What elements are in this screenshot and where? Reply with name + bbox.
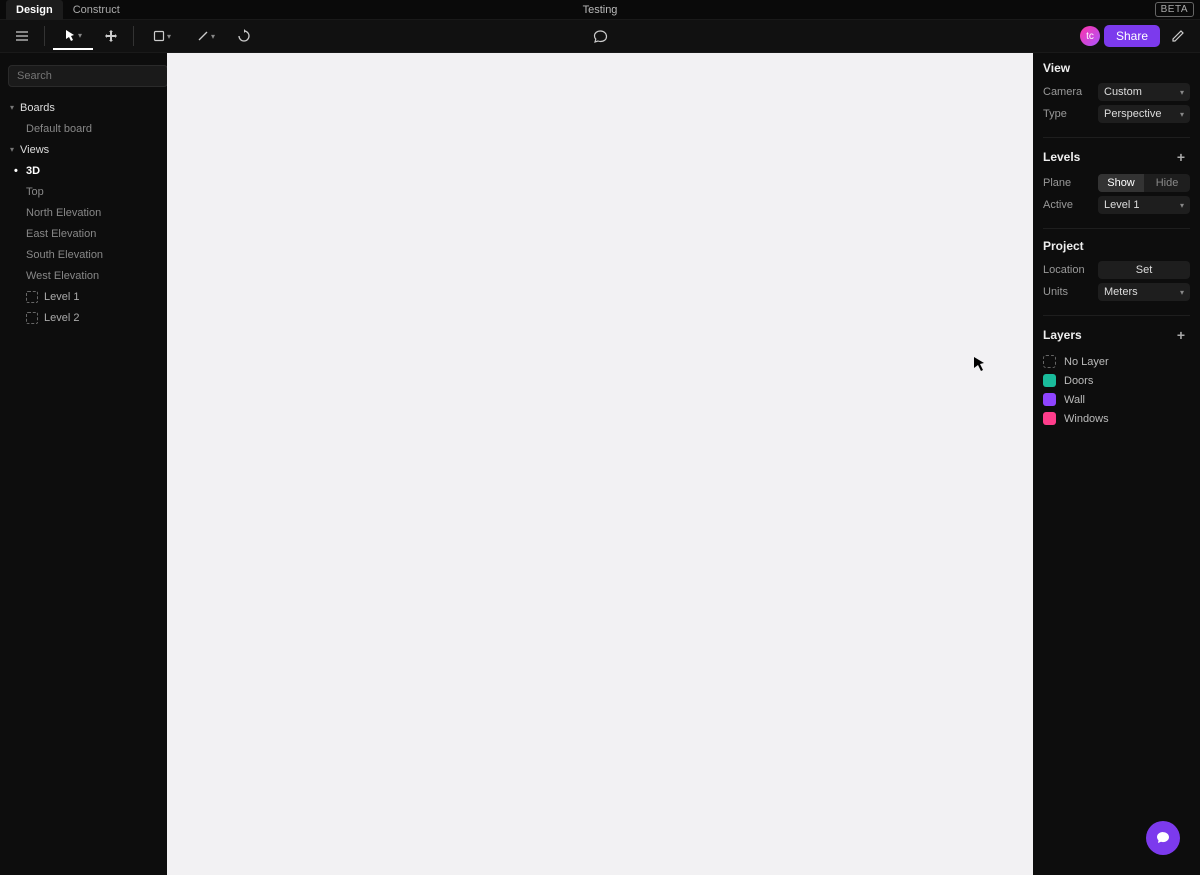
layers-title: Layers xyxy=(1043,328,1082,342)
level-icon xyxy=(26,291,38,303)
set-location-button[interactable]: Set xyxy=(1098,261,1190,279)
view-item-north[interactable]: North Elevation xyxy=(0,202,167,223)
level-label: Level 2 xyxy=(44,312,79,324)
plane-label: Plane xyxy=(1043,177,1071,189)
help-chat-button[interactable] xyxy=(1146,821,1180,855)
tab-construct[interactable]: Construct xyxy=(63,0,130,20)
title-bar: Design Construct Testing BETA xyxy=(0,0,1200,20)
beta-badge: BETA xyxy=(1155,2,1194,17)
comment-icon[interactable] xyxy=(586,22,614,50)
views-label: Views xyxy=(20,144,49,156)
levels-title: Levels xyxy=(1043,150,1080,164)
level-item[interactable]: Level 2 xyxy=(0,307,167,328)
move-tool-icon[interactable] xyxy=(97,22,125,50)
share-button[interactable]: Share xyxy=(1104,25,1160,47)
layer-swatch-icon xyxy=(1043,393,1056,406)
level-item[interactable]: Level 1 xyxy=(0,286,167,307)
level-icon xyxy=(26,312,38,324)
view-item-east[interactable]: East Elevation xyxy=(0,223,167,244)
right-panel: View Camera Custom▾ Type Perspective▾ Le… xyxy=(1033,53,1200,875)
chevron-down-icon: ▾ xyxy=(78,31,82,40)
select-tool[interactable]: ▾ xyxy=(53,22,93,50)
toolbar: ▾ ▾ ▾ tc Share xyxy=(0,20,1200,53)
caret-down-icon: ▾ xyxy=(10,103,14,112)
layers-section: Layers + No Layer Doors Wall Windows xyxy=(1043,326,1190,438)
levels-section: Levels + Plane Show Hide Active Level 1▾ xyxy=(1043,148,1190,229)
board-item[interactable]: Default board xyxy=(0,118,167,139)
project-title: Testing xyxy=(583,4,618,16)
view-item-west[interactable]: West Elevation xyxy=(0,265,167,286)
active-level-select[interactable]: Level 1▾ xyxy=(1098,196,1190,214)
line-tool[interactable]: ▾ xyxy=(186,22,226,50)
plane-toggle[interactable]: Show Hide xyxy=(1098,174,1190,192)
layer-name: No Layer xyxy=(1064,356,1109,368)
add-layer-button[interactable]: + xyxy=(1172,326,1190,344)
view-item-south[interactable]: South Elevation xyxy=(0,244,167,265)
boards-header[interactable]: ▾ Boards xyxy=(0,97,167,118)
layer-item-wall[interactable]: Wall xyxy=(1043,390,1190,409)
view-title: View xyxy=(1043,61,1070,75)
layer-swatch-icon xyxy=(1043,374,1056,387)
units-select[interactable]: Meters▾ xyxy=(1098,283,1190,301)
layer-name: Wall xyxy=(1064,394,1085,406)
camera-label: Camera xyxy=(1043,86,1082,98)
view-item-top[interactable]: Top xyxy=(0,181,167,202)
chevron-down-icon: ▾ xyxy=(211,32,215,41)
caret-down-icon: ▾ xyxy=(10,145,14,154)
layer-item-doors[interactable]: Doors xyxy=(1043,371,1190,390)
views-header[interactable]: ▾ Views xyxy=(0,139,167,160)
boards-label: Boards xyxy=(20,102,55,114)
view-item-3d[interactable]: 3D xyxy=(0,160,167,181)
add-level-button[interactable]: + xyxy=(1172,148,1190,166)
mode-tabs: Design Construct xyxy=(6,0,130,20)
left-panel: + ▾ Boards Default board ▾ Views 3D Top … xyxy=(0,53,167,875)
plane-hide-option[interactable]: Hide xyxy=(1144,174,1190,192)
layer-name: Windows xyxy=(1064,413,1109,425)
plane-show-option[interactable]: Show xyxy=(1098,174,1144,192)
project-title: Project xyxy=(1043,239,1084,253)
layer-item-windows[interactable]: Windows xyxy=(1043,409,1190,428)
tab-design[interactable]: Design xyxy=(6,0,63,20)
edit-icon[interactable] xyxy=(1164,22,1192,50)
divider xyxy=(44,26,45,46)
shape-tool[interactable]: ▾ xyxy=(142,22,182,50)
active-level-label: Active xyxy=(1043,199,1073,211)
camera-select[interactable]: Custom▾ xyxy=(1098,83,1190,101)
type-label: Type xyxy=(1043,108,1067,120)
layer-swatch-icon xyxy=(1043,355,1056,368)
type-select[interactable]: Perspective▾ xyxy=(1098,105,1190,123)
search-input[interactable] xyxy=(8,65,168,87)
cursor-icon xyxy=(972,356,988,372)
chevron-down-icon: ▾ xyxy=(167,32,171,41)
project-section: Project Location Set Units Meters▾ xyxy=(1043,239,1190,316)
hamburger-menu-icon[interactable] xyxy=(8,22,36,50)
view-section: View Camera Custom▾ Type Perspective▾ xyxy=(1043,61,1190,138)
layer-item-nolayer[interactable]: No Layer xyxy=(1043,352,1190,371)
level-label: Level 1 xyxy=(44,291,79,303)
rotate-tool-icon[interactable] xyxy=(230,22,258,50)
layer-name: Doors xyxy=(1064,375,1093,387)
canvas-viewport[interactable] xyxy=(167,53,1033,875)
location-label: Location xyxy=(1043,264,1085,276)
divider xyxy=(133,26,134,46)
avatar[interactable]: tc xyxy=(1080,26,1100,46)
layer-swatch-icon xyxy=(1043,412,1056,425)
units-label: Units xyxy=(1043,286,1068,298)
